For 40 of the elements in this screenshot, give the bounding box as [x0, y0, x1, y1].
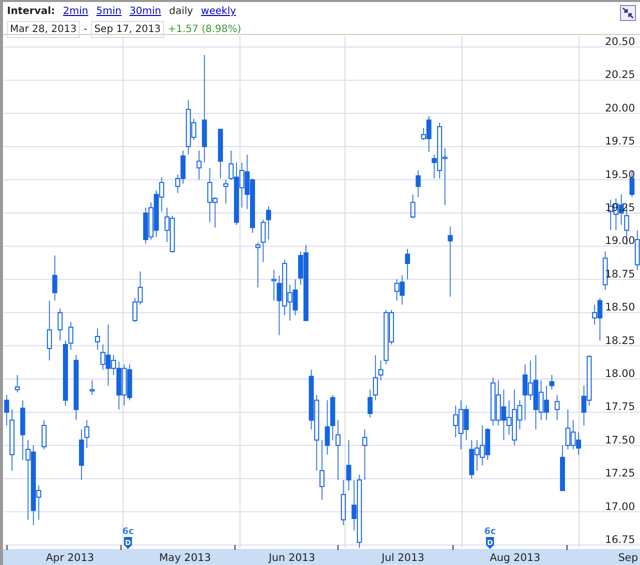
axis-label: 20.50: [604, 36, 635, 48]
axis-label: 19.75: [604, 136, 635, 148]
axis-label: Aug 2013: [490, 552, 540, 564]
axis-label: 16.75: [604, 534, 635, 546]
interval-link[interactable]: 5min: [96, 4, 122, 19]
axis-label: 17.00: [604, 500, 635, 513]
interval-label: Interval:: [7, 5, 56, 19]
candlestick: [634, 230, 640, 271]
axis-label: Jun 2013: [268, 552, 316, 564]
candlestick: [448, 226, 453, 298]
interval-link[interactable]: weekly: [201, 4, 236, 19]
axis-label: Apr 2013: [46, 552, 94, 564]
interval-option[interactable]: daily: [169, 4, 194, 19]
candlestick: [90, 380, 95, 396]
axis-label: 20.25: [604, 69, 635, 82]
candlestick: [602, 251, 608, 291]
axis-label: 18.50: [604, 302, 635, 314]
axis-label: Jul 2013: [382, 552, 424, 564]
dividend-label: 6c: [122, 527, 134, 537]
axis-label: 17.25: [604, 468, 635, 480]
candlestick: [42, 420, 47, 450]
candlestick: [74, 354, 79, 421]
axis-label: Sep: [618, 552, 638, 564]
axis-label: 20.00: [604, 102, 635, 114]
interval-link[interactable]: 2min: [63, 4, 88, 19]
dividend-label: 6c: [484, 527, 496, 537]
collapse-icon: [621, 6, 635, 20]
axis-label: 18.25: [604, 334, 635, 347]
collapse-button[interactable]: [620, 5, 636, 21]
interval-link[interactable]: 30min: [130, 4, 162, 19]
end-date-field[interactable]: Sep 17, 2013: [91, 21, 164, 38]
price-change: +1.57 (8.98%): [168, 23, 242, 37]
date-separator: -: [84, 23, 88, 37]
axis-label: 17.75: [604, 401, 635, 414]
axis-label: 17.50: [604, 434, 635, 446]
start-date-field[interactable]: Mar 28, 2013: [7, 21, 80, 38]
axis-label: 18.00: [604, 368, 635, 380]
axis-label: May 2013: [159, 552, 211, 564]
candlestick: [14, 374, 20, 393]
candlestick: [554, 394, 560, 421]
